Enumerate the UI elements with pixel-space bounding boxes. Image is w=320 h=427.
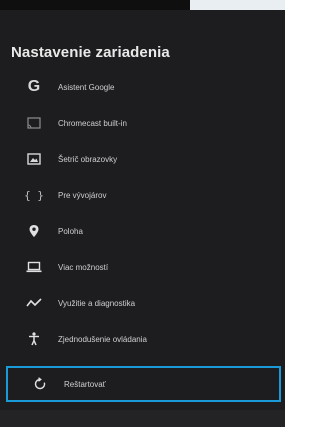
page-title: Nastavenie zariadenia [11, 44, 170, 61]
menu-item-developer[interactable]: { } Pre vývojárov [0, 177, 285, 213]
top-bar-highlight [190, 0, 285, 10]
cast-icon [24, 113, 44, 133]
menu-item-label: Využitie a diagnostika [58, 298, 136, 308]
menu-item-more-options[interactable]: Viac možností [0, 249, 285, 285]
menu-item-accessibility[interactable]: Zjednodušenie ovládania [0, 321, 285, 357]
menu-item-location[interactable]: Poloha [0, 213, 285, 249]
screensaver-icon [24, 149, 44, 169]
braces-icon: { } [24, 188, 44, 202]
laptop-icon [24, 257, 44, 277]
trend-icon [24, 293, 44, 313]
menu-item-label: Šetrič obrazovky [58, 154, 118, 164]
restart-icon [30, 374, 50, 394]
menu-item-google-assistant[interactable]: G Asistent Google [0, 69, 285, 105]
bottom-bar [0, 410, 285, 427]
menu-item-label: Zjednodušenie ovládania [58, 334, 147, 344]
menu-item-label: Viac možností [58, 262, 109, 272]
menu-item-label: Reštartovať [64, 379, 106, 389]
menu-item-label: Poloha [58, 226, 83, 236]
google-g-icon: G [27, 78, 41, 95]
menu-item-chromecast[interactable]: Chromecast built-in [0, 105, 285, 141]
menu-item-usage-diagnostics[interactable]: Využitie a diagnostika [0, 285, 285, 321]
menu-item-label: Asistent Google [58, 82, 115, 92]
menu-item-label: Chromecast built-in [58, 118, 127, 128]
menu-item-label: Pre vývojárov [58, 190, 107, 200]
accessibility-icon [24, 329, 44, 349]
location-pin-icon [24, 221, 44, 241]
settings-panel: Nastavenie zariadenia G Asistent Google … [0, 0, 285, 427]
menu-item-restart[interactable]: Reštartovať [6, 366, 281, 402]
menu-item-screensaver[interactable]: Šetrič obrazovky [0, 141, 285, 177]
